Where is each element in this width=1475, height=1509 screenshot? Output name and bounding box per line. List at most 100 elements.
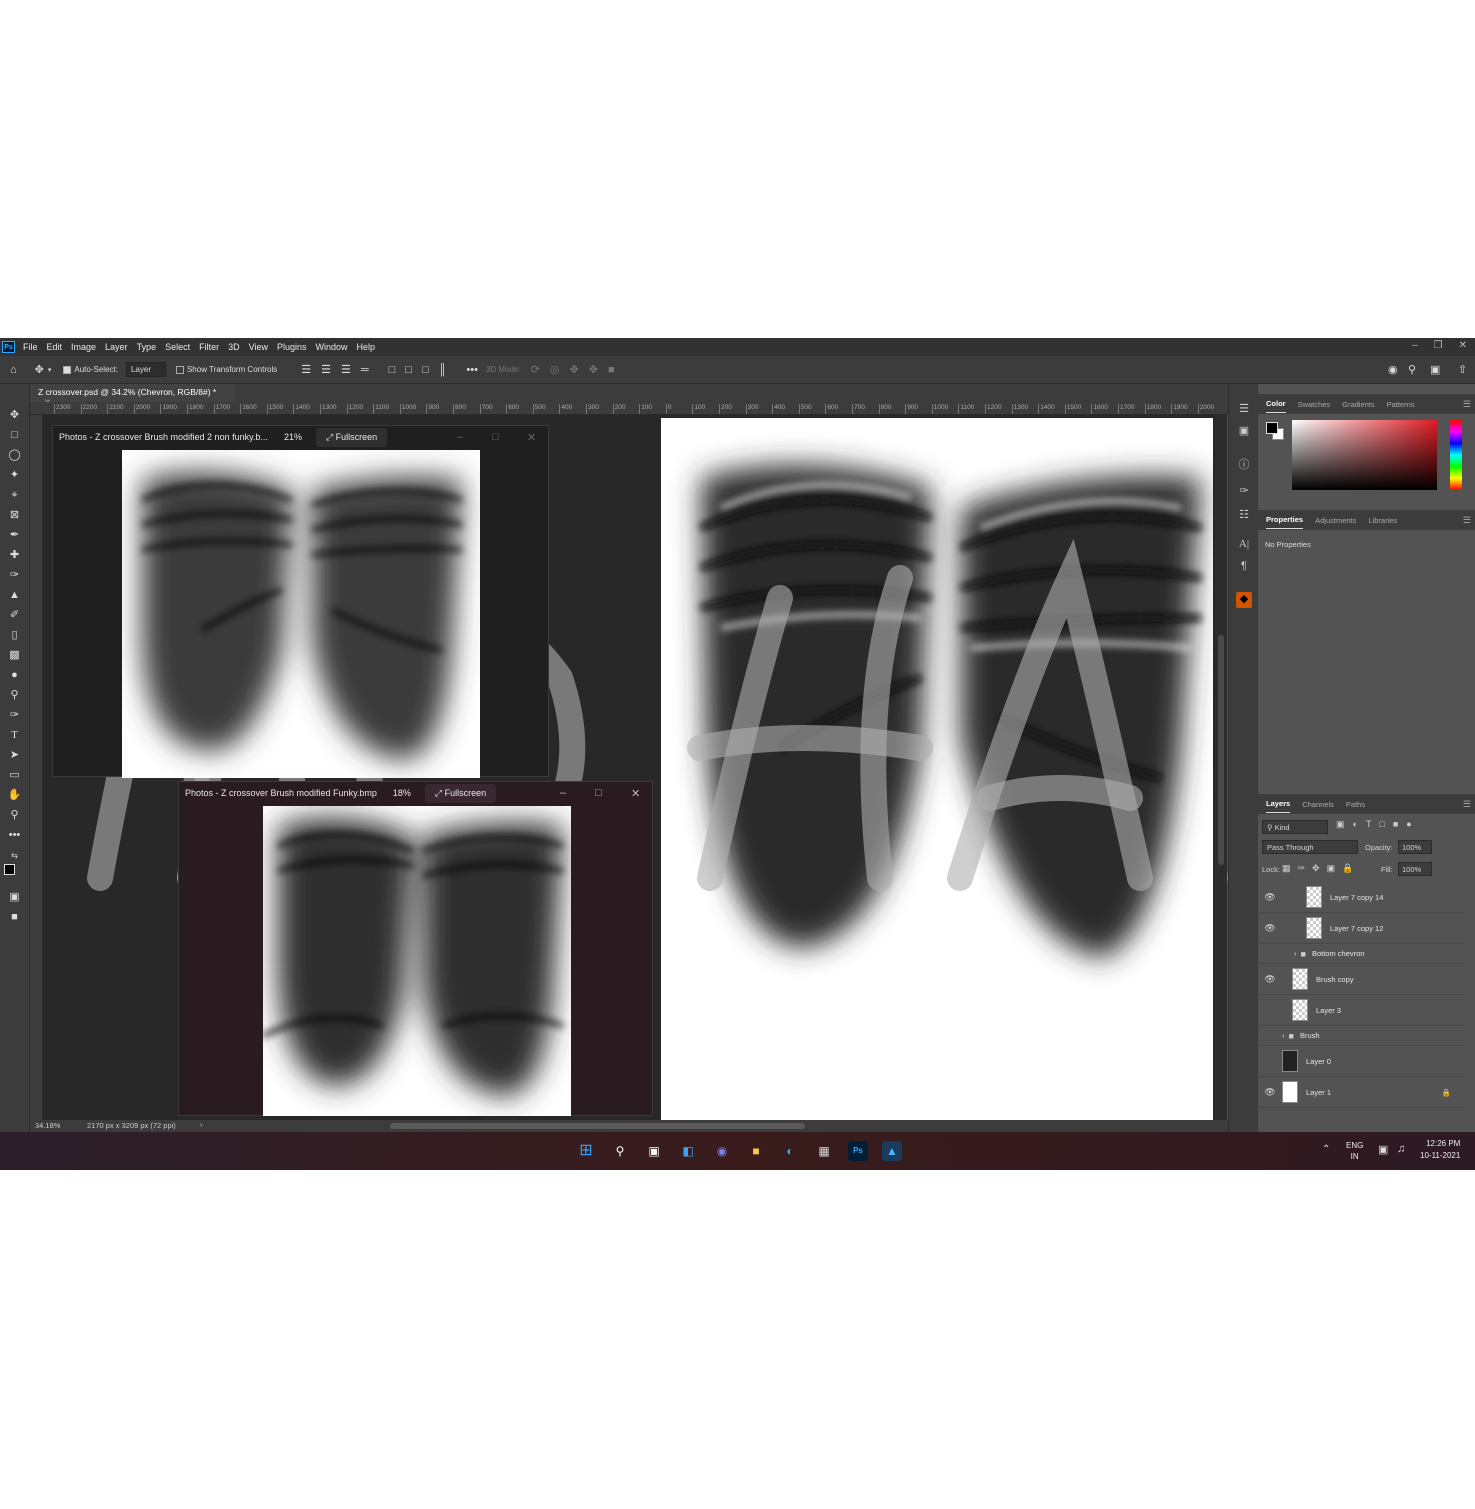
layer-group-row[interactable]: › ■ Bottom chevron bbox=[1258, 944, 1465, 964]
edge-browser-icon[interactable]: ◐ bbox=[780, 1141, 800, 1161]
task-view-icon[interactable]: ▣ bbox=[644, 1141, 664, 1161]
3d-slide-icon[interactable]: ✥ bbox=[589, 363, 598, 376]
menu-file[interactable]: File bbox=[23, 342, 38, 352]
eye-icon[interactable]: 👁 bbox=[1258, 892, 1282, 903]
foreground-color-swatch[interactable] bbox=[4, 864, 15, 875]
chat-icon[interactable]: ◉ bbox=[712, 1141, 732, 1161]
clock[interactable]: 12:26 PM 10-11-2021 bbox=[1420, 1138, 1460, 1162]
move-tool-icon[interactable]: ✥ bbox=[7, 408, 22, 423]
comments-icon[interactable]: ▣ bbox=[1236, 424, 1252, 440]
menu-window[interactable]: Window bbox=[316, 342, 348, 352]
menu-help[interactable]: Help bbox=[357, 342, 376, 352]
brushes-icon[interactable]: ✑ bbox=[1236, 484, 1252, 500]
zoom-status[interactable]: 34.18% bbox=[35, 1121, 60, 1130]
auto-select-checkbox[interactable] bbox=[63, 365, 74, 375]
tab-patterns[interactable]: Patterns bbox=[1387, 396, 1415, 413]
tab-channels[interactable]: Channels bbox=[1302, 796, 1334, 813]
tab-libraries[interactable]: Libraries bbox=[1368, 512, 1397, 529]
3d-orbit-icon[interactable]: ⟳ bbox=[531, 363, 540, 376]
align-right-icon[interactable]: ☰ bbox=[341, 363, 351, 376]
panel-menu-icon[interactable]: ☰ bbox=[1463, 399, 1471, 410]
document-size-status[interactable]: 2170 px x 3209 px (72 ppi) bbox=[87, 1121, 176, 1130]
blur-tool-icon[interactable]: ● bbox=[7, 668, 22, 683]
3d-camera-icon[interactable]: ■ bbox=[608, 364, 615, 376]
rectangle-tool-icon[interactable]: ▭ bbox=[7, 768, 22, 783]
adjustments-icon[interactable]: ☷ bbox=[1236, 508, 1252, 524]
tab-properties[interactable]: Properties bbox=[1266, 511, 1304, 529]
3d-roll-icon[interactable]: ◎ bbox=[550, 363, 560, 376]
brush-tool-icon[interactable]: ✑ bbox=[7, 568, 22, 583]
hue-slider[interactable] bbox=[1450, 420, 1462, 490]
character-icon[interactable]: A| bbox=[1236, 538, 1252, 554]
menu-layer[interactable]: Layer bbox=[105, 342, 128, 352]
eraser-tool-icon[interactable]: ▯ bbox=[7, 628, 22, 643]
layer-row[interactable]: Layer 3 bbox=[1258, 995, 1465, 1026]
maximize-icon[interactable]: □ bbox=[595, 787, 602, 799]
scroll-thumb[interactable] bbox=[1218, 635, 1224, 865]
photos-title-bar[interactable]: Photos - Z crossover Brush modified 2 no… bbox=[53, 426, 548, 448]
chevron-right-icon[interactable]: › bbox=[1282, 1031, 1285, 1040]
magic-wand-tool-icon[interactable]: ✦ bbox=[7, 468, 22, 483]
search-icon[interactable]: ⚲ bbox=[1408, 363, 1416, 376]
foreground-color-swatch[interactable] bbox=[1266, 422, 1278, 434]
edit-toolbar-icon[interactable]: ••• bbox=[7, 828, 22, 843]
move-tool-icon[interactable]: ✥ bbox=[35, 363, 44, 376]
photoshop-logo-icon[interactable]: Ps bbox=[2, 341, 15, 353]
menu-edit[interactable]: Edit bbox=[47, 342, 63, 352]
quick-mask-icon[interactable]: ▣ bbox=[7, 890, 22, 905]
close-icon[interactable]: ✕ bbox=[527, 431, 536, 444]
menu-image[interactable]: Image bbox=[71, 342, 96, 352]
dodge-tool-icon[interactable]: ⚲ bbox=[7, 688, 22, 703]
chevron-right-icon[interactable]: › bbox=[1294, 949, 1297, 958]
align-middle-icon[interactable]: □ bbox=[405, 364, 412, 376]
marquee-tool-icon[interactable]: □ bbox=[7, 428, 22, 443]
photos-app-icon[interactable]: ▲ bbox=[882, 1141, 902, 1161]
history-brush-tool-icon[interactable]: ✐ bbox=[7, 608, 22, 623]
menu-type[interactable]: Type bbox=[137, 342, 157, 352]
store-icon[interactable]: ▦ bbox=[814, 1141, 834, 1161]
minimize-icon[interactable]: – bbox=[1412, 340, 1418, 351]
pen-tool-icon[interactable]: ✑ bbox=[7, 708, 22, 723]
cloud-user-icon[interactable]: ◉ bbox=[1388, 363, 1398, 376]
photoshop-taskbar-icon[interactable]: Ps bbox=[848, 1141, 868, 1161]
menu-3d[interactable]: 3D bbox=[228, 342, 240, 352]
minimize-icon[interactable]: – bbox=[560, 787, 566, 799]
info-icon[interactable]: ⓘ bbox=[1236, 456, 1252, 472]
layer-row[interactable]: 👁 Layer 7 copy 12 bbox=[1258, 913, 1465, 944]
tab-paths[interactable]: Paths bbox=[1346, 796, 1365, 813]
layer-group-row[interactable]: › ■ Brush bbox=[1258, 1026, 1465, 1046]
widgets-icon[interactable]: ◧ bbox=[678, 1141, 698, 1161]
horizontal-scroll-thumb[interactable] bbox=[390, 1123, 805, 1129]
history-icon[interactable]: ☰ bbox=[1236, 402, 1252, 418]
volume-icon[interactable]: ♫ bbox=[1397, 1143, 1405, 1155]
layer-row[interactable]: 👁 Layer 7 copy 14 bbox=[1258, 882, 1465, 913]
stamp-tool-icon[interactable]: ▲ bbox=[7, 588, 22, 603]
layer-filter-icons[interactable]: ▣◐T□■● bbox=[1336, 819, 1420, 830]
zoom-tool-icon[interactable]: ⚲ bbox=[7, 808, 22, 823]
close-icon[interactable]: ✕ bbox=[631, 787, 640, 800]
align-top-icon[interactable]: □ bbox=[389, 364, 396, 376]
photos-window-non-funky[interactable]: Photos - Z crossover Brush modified 2 no… bbox=[52, 425, 549, 778]
tab-gradients[interactable]: Gradients bbox=[1342, 396, 1375, 413]
more-options-icon[interactable]: ••• bbox=[466, 364, 478, 376]
menu-view[interactable]: View bbox=[249, 342, 268, 352]
align-bottom-icon[interactable]: □ bbox=[422, 364, 429, 376]
tab-color[interactable]: Color bbox=[1266, 395, 1286, 413]
swap-colors-icon[interactable]: ⇆ bbox=[7, 848, 22, 863]
menu-plugins[interactable]: Plugins bbox=[277, 342, 307, 352]
paragraph-icon[interactable]: ¶ bbox=[1236, 560, 1252, 576]
gradient-tool-icon[interactable]: ▩ bbox=[7, 648, 22, 663]
crop-tool-icon[interactable]: ⌖ bbox=[7, 488, 22, 503]
document-canvas[interactable] bbox=[661, 418, 1213, 1120]
fullscreen-button[interactable]: ⤢ Fullscreen bbox=[315, 427, 388, 447]
auto-select-dropdown[interactable]: Layer bbox=[125, 362, 166, 377]
eye-icon[interactable]: 👁 bbox=[1258, 974, 1282, 985]
distribute-vertical-icon[interactable]: ║ bbox=[439, 364, 447, 376]
restore-icon[interactable]: ❐ bbox=[1434, 340, 1443, 351]
maximize-icon[interactable]: □ bbox=[492, 431, 499, 443]
screen-mode-icon[interactable]: ■ bbox=[7, 910, 22, 925]
home-icon[interactable]: ⌂ bbox=[10, 364, 17, 376]
frame-tool-icon[interactable]: ⊠ bbox=[7, 508, 22, 523]
eye-icon[interactable]: 👁 bbox=[1258, 1087, 1282, 1098]
path-selection-tool-icon[interactable]: ➤ bbox=[7, 748, 22, 763]
